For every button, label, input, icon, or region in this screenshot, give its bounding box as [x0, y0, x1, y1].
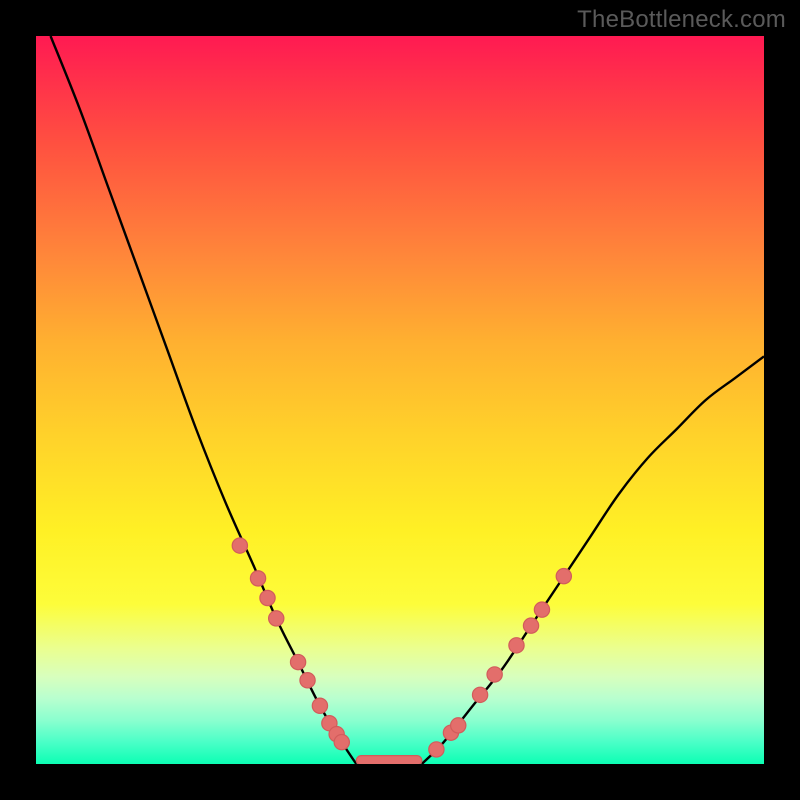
- attribution-text: TheBottleneck.com: [577, 6, 786, 34]
- marker-left-0: [232, 538, 247, 553]
- marker-left-2: [260, 590, 275, 605]
- marker-left-9: [334, 735, 349, 750]
- curve-left: [51, 36, 357, 764]
- curve-right: [422, 356, 764, 764]
- marker-left-6: [312, 698, 327, 713]
- marker-right-2: [451, 718, 466, 733]
- marker-left-3: [269, 611, 284, 626]
- marker-right-6: [523, 618, 538, 633]
- marker-left-1: [250, 571, 265, 586]
- marker-right-8: [556, 569, 571, 584]
- marker-right-4: [487, 667, 502, 682]
- markers-left-group: [232, 538, 349, 750]
- chart-plot-area: [36, 36, 764, 764]
- chart-svg: [36, 36, 764, 764]
- marker-right-7: [534, 602, 549, 617]
- marker-left-5: [300, 673, 315, 688]
- marker-right-3: [472, 687, 487, 702]
- marker-right-5: [509, 638, 524, 653]
- bottom-bar: [356, 756, 422, 764]
- marker-right-0: [429, 742, 444, 757]
- marker-left-4: [290, 654, 305, 669]
